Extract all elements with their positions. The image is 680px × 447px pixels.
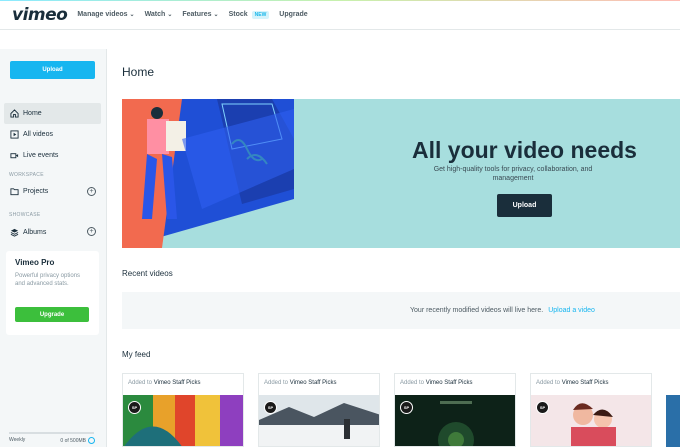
nav-watch[interactable]: Watch ⌄	[145, 11, 173, 18]
sidebar-item-all-videos[interactable]: All videos	[4, 124, 101, 145]
sidebar-item-label: Home	[23, 110, 42, 117]
feed-card[interactable]: Added to Vimeo Staff Picks SP	[394, 373, 516, 447]
nav-features-label: Features	[182, 11, 212, 18]
sidebar-item-label: Live events	[23, 152, 59, 159]
hero-banner: All your video needs Get high-quality to…	[122, 99, 680, 248]
camera-icon	[9, 151, 19, 161]
video-library-icon	[9, 130, 19, 140]
storage-used: 0 of 500MB	[60, 437, 86, 444]
feed-card-header: Added to Vimeo Staff Picks	[395, 374, 515, 394]
video-thumbnail	[123, 395, 243, 446]
channel-link[interactable]: Vimeo Staff Picks	[154, 380, 201, 386]
video-thumbnail	[531, 395, 651, 446]
nav-stock[interactable]: Stock NEW	[228, 10, 270, 19]
sidebar-upload-button[interactable]: Upload	[10, 61, 95, 79]
feed-card-header: Added to Vimeo Staff Picks	[531, 374, 651, 394]
upload-video-link[interactable]: Upload a video	[548, 307, 595, 314]
staff-pick-badge: SP	[264, 401, 277, 414]
channel-link[interactable]: Vimeo Staff Picks	[426, 380, 473, 386]
added-to-text: Added to	[536, 380, 561, 386]
storage-progress-bar	[9, 432, 94, 434]
staff-pick-badge: SP	[128, 401, 141, 414]
hero-upload-button[interactable]: Upload	[497, 194, 552, 217]
pro-card-description: Powerful privacy options and advanced st…	[15, 273, 81, 287]
staff-pick-badge: SP	[400, 401, 413, 414]
chevron-down-icon: ⌄	[167, 12, 173, 18]
pro-card-title: Vimeo Pro	[15, 258, 55, 267]
add-album-icon[interactable]: +	[87, 227, 96, 236]
hero-title: All your video needs	[412, 137, 637, 163]
video-thumbnail	[395, 395, 515, 446]
nav-watch-label: Watch	[144, 11, 166, 18]
added-to-text: Added to	[400, 380, 425, 386]
sidebar-item-label: All videos	[23, 131, 53, 138]
added-to-text: Added to	[128, 380, 153, 386]
storage-period: Weekly	[9, 437, 26, 443]
partial-feed-card[interactable]	[666, 395, 680, 447]
workspace-section-label: WORKSPACE	[9, 172, 44, 178]
video-thumbnail	[259, 395, 379, 446]
add-project-icon[interactable]: +	[87, 187, 96, 196]
channel-link[interactable]: Vimeo Staff Picks	[290, 380, 337, 386]
recent-empty-text: Your recently modified videos will live …	[410, 307, 544, 314]
sidebar-item-label: Albums	[23, 229, 47, 236]
recent-videos-heading: Recent videos	[122, 269, 173, 278]
nav-features[interactable]: Features ⌄	[182, 11, 218, 18]
nav-upgrade-label: Upgrade	[279, 11, 308, 18]
nav-upgrade[interactable]: Upgrade	[279, 11, 307, 18]
sidebar-item-home[interactable]: Home	[4, 103, 101, 124]
hero-subtitle: Get high-quality tools for privacy, coll…	[433, 166, 593, 182]
nav-stock-label: Stock	[228, 11, 248, 18]
vimeo-pro-card: Vimeo Pro Powerful privacy options and a…	[6, 251, 99, 335]
feed-card[interactable]: Added to Vimeo Staff Picks SP	[122, 373, 244, 447]
channel-link[interactable]: Vimeo Staff Picks	[562, 380, 609, 386]
staff-pick-badge: SP	[536, 401, 549, 414]
showcase-section-label: SHOWCASE	[9, 212, 41, 218]
added-to-text: Added to	[264, 380, 289, 386]
sidebar: Upload Home All videos Live events WORKS…	[0, 49, 107, 447]
recent-videos-empty-state: Your recently modified videos will live …	[122, 292, 680, 329]
sidebar-item-live-events[interactable]: Live events	[4, 145, 101, 166]
feed-card[interactable]: Added to Vimeo Staff Picks SP	[258, 373, 380, 447]
hero-illustration	[122, 99, 294, 248]
vimeo-logo[interactable]: vimeo	[12, 5, 68, 25]
nav-manage-videos[interactable]: Manage videos ⌄	[77, 11, 134, 18]
feed-card[interactable]: Added to Vimeo Staff Picks SP	[530, 373, 652, 447]
feed-card-header: Added to Vimeo Staff Picks	[259, 374, 379, 394]
feed-card-header: Added to Vimeo Staff Picks	[123, 374, 243, 394]
main-nav: Manage videos ⌄ Watch ⌄ Features ⌄ Stock NEW…	[77, 10, 317, 19]
new-badge: NEW	[251, 10, 270, 19]
pro-upgrade-button[interactable]: Upgrade	[15, 307, 89, 322]
stack-icon	[9, 228, 19, 238]
chevron-down-icon: ⌄	[213, 12, 219, 18]
sidebar-item-label: Projects	[23, 188, 49, 195]
info-icon[interactable]	[88, 437, 95, 444]
top-navigation-bar: vimeo Manage videos ⌄ Watch ⌄ Features ⌄ St…	[0, 0, 680, 30]
nav-manage-videos-label: Manage videos	[77, 11, 128, 18]
page-title: Home	[122, 65, 155, 79]
my-feed-heading: My feed	[122, 350, 151, 359]
folder-icon	[9, 187, 19, 197]
home-icon	[9, 109, 19, 119]
storage-info: Weekly 0 of 500MB	[9, 437, 95, 444]
chevron-down-icon: ⌄	[129, 12, 135, 18]
